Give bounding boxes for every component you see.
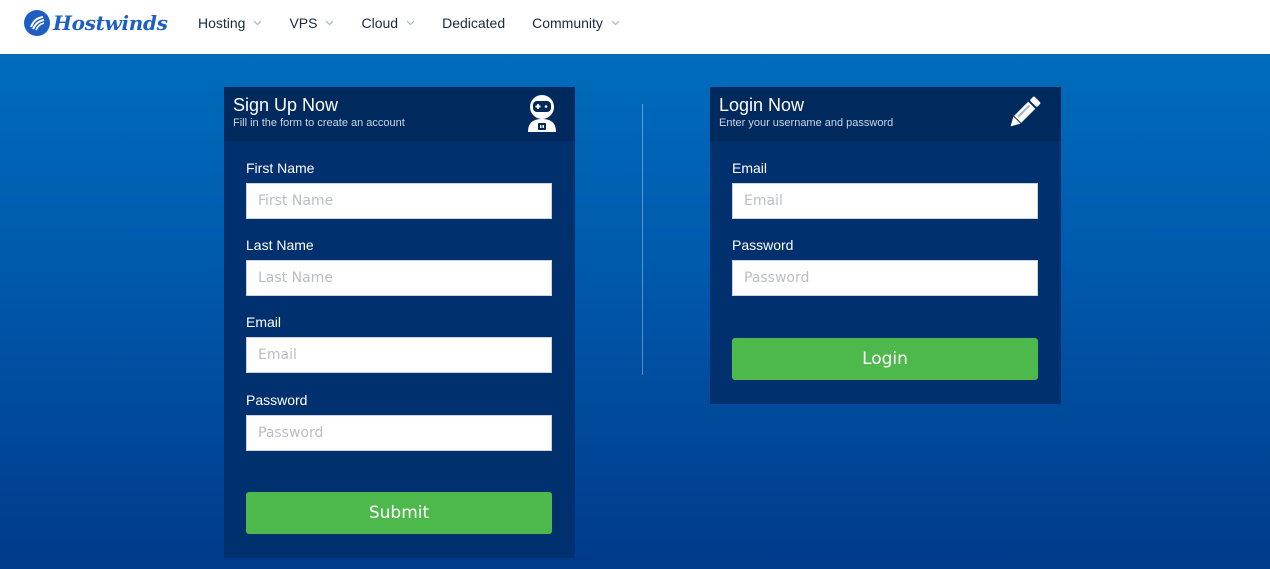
nav-item-vps[interactable]: VPS <box>289 15 334 31</box>
nav-item-label: Community <box>532 15 603 31</box>
login-email-label: Email <box>732 160 768 176</box>
chevron-down-icon <box>406 20 415 26</box>
top-navbar: Hostwinds Hosting VPS Cloud Dedicated Co… <box>0 0 1270 54</box>
nav-item-community[interactable]: Community <box>532 15 620 31</box>
signup-email-label: Email <box>246 314 282 330</box>
signup-panel: Sign Up Now Fill in the form to create a… <box>224 87 575 558</box>
signup-header: Sign Up Now Fill in the form to create a… <box>224 87 575 141</box>
login-email-field[interactable] <box>732 183 1038 219</box>
last-name-field[interactable] <box>246 260 552 296</box>
login-header: Login Now Enter your username and passwo… <box>710 87 1061 141</box>
login-button[interactable]: Login <box>732 338 1038 380</box>
login-password-label: Password <box>732 237 794 253</box>
login-password-field[interactable] <box>732 260 1038 296</box>
signup-password-field[interactable] <box>246 415 552 451</box>
first-name-field[interactable] <box>246 183 552 219</box>
last-name-label: Last Name <box>246 237 314 253</box>
pencil-icon <box>1004 93 1044 138</box>
signup-password-label: Password <box>246 392 308 408</box>
first-name-label: First Name <box>246 160 315 176</box>
logo-text: Hostwinds <box>53 11 168 35</box>
nav-item-hosting[interactable]: Hosting <box>198 15 262 31</box>
signup-email-field[interactable] <box>246 337 552 373</box>
nav-item-label: Hosting <box>198 15 246 31</box>
nav-item-label: Dedicated <box>442 15 506 31</box>
logo-mark-icon <box>24 10 50 36</box>
chevron-down-icon <box>611 20 620 26</box>
login-panel: Login Now Enter your username and passwo… <box>710 87 1061 404</box>
nav-item-cloud[interactable]: Cloud <box>361 15 415 31</box>
astronaut-icon <box>524 94 560 137</box>
main-nav: Hosting VPS Cloud Dedicated Community <box>198 0 620 46</box>
panel-divider <box>642 104 643 375</box>
nav-item-dedicated[interactable]: Dedicated <box>442 15 505 31</box>
chevron-down-icon <box>253 20 262 26</box>
nav-item-label: Cloud <box>361 15 399 31</box>
submit-button[interactable]: Submit <box>246 492 552 534</box>
nav-item-label: VPS <box>289 15 318 31</box>
chevron-down-icon <box>325 20 334 26</box>
hostwinds-logo[interactable]: Hostwinds <box>24 10 168 36</box>
